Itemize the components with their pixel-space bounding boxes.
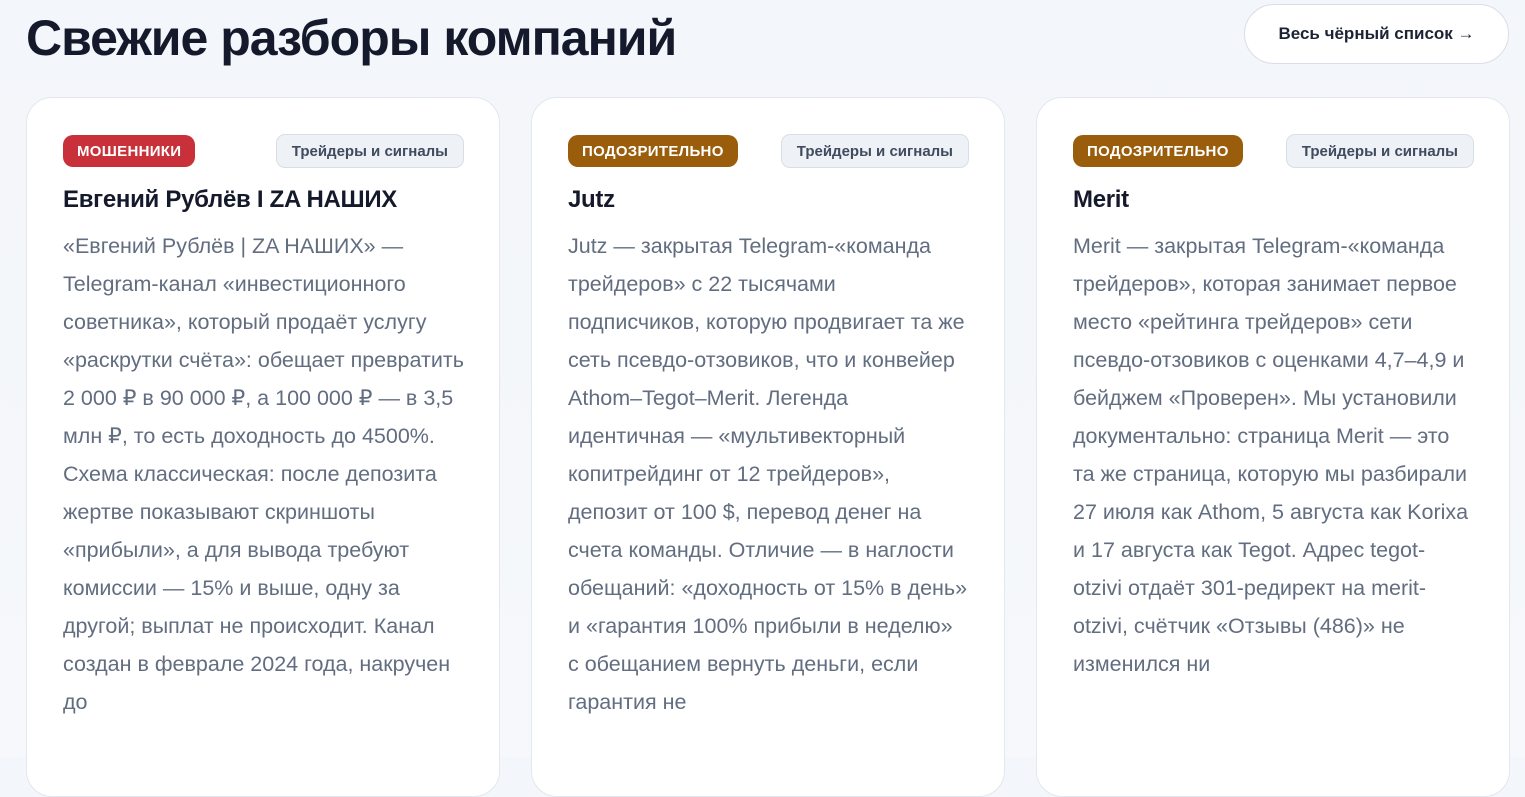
- company-card[interactable]: ПОДОЗРИТЕЛЬНО Трейдеры и сигналы Merit M…: [1036, 97, 1510, 797]
- status-badge: ПОДОЗРИТЕЛЬНО: [1073, 135, 1243, 167]
- company-card[interactable]: МОШЕННИКИ Трейдеры и сигналы Евгений Руб…: [26, 97, 500, 797]
- company-card[interactable]: ПОДОЗРИТЕЛЬНО Трейдеры и сигналы Jutz Ju…: [531, 97, 1005, 797]
- card-title[interactable]: Jutz: [568, 185, 969, 215]
- category-tag[interactable]: Трейдеры и сигналы: [1285, 134, 1474, 168]
- status-badge: ПОДОЗРИТЕЛЬНО: [568, 135, 738, 167]
- card-title[interactable]: Евгений Рублёв I ZA НАШИХ: [63, 185, 464, 215]
- category-tag[interactable]: Трейдеры и сигналы: [275, 134, 464, 168]
- blacklist-link-button[interactable]: Весь чёрный список →: [1244, 4, 1509, 64]
- status-badge: МОШЕННИКИ: [63, 135, 196, 167]
- card-header: МОШЕННИКИ Трейдеры и сигналы: [63, 134, 464, 168]
- page-title: Свежие разборы компаний: [26, 10, 677, 66]
- card-description: «Евгений Рублёв | ZA НАШИХ» — Telegram-к…: [63, 234, 464, 714]
- card-description: Merit — закрытая Telegram-«команда трейд…: [1073, 234, 1469, 676]
- category-tag[interactable]: Трейдеры и сигналы: [780, 134, 969, 168]
- card-header: ПОДОЗРИТЕЛЬНО Трейдеры и сигналы: [568, 134, 969, 168]
- card-title[interactable]: Merit: [1073, 185, 1474, 215]
- card-description: Jutz — закрытая Telegram-«команда трейде…: [568, 234, 968, 714]
- card-header: ПОДОЗРИТЕЛЬНО Трейдеры и сигналы: [1073, 134, 1474, 168]
